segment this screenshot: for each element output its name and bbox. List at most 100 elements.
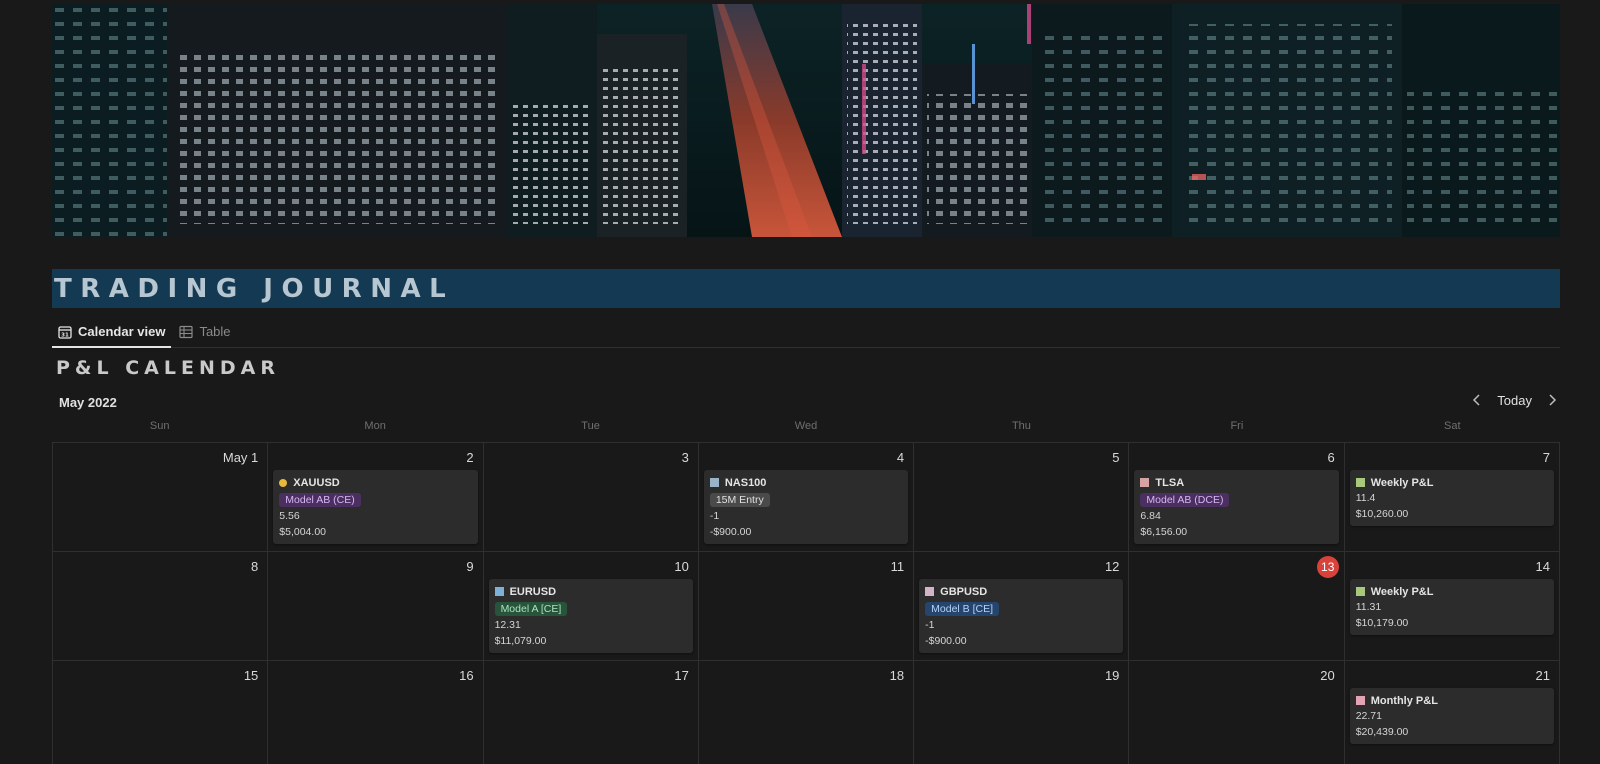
day-number: 19 [1104, 668, 1120, 683]
day-number: 3 [681, 450, 689, 465]
today-marker: 13 [1316, 556, 1339, 578]
entry-card[interactable]: NAS100 15M Entry -1 -$900.00 [703, 470, 909, 544]
day-cell[interactable]: 20 [1129, 661, 1345, 764]
entry-pnl: -$900.00 [925, 635, 967, 647]
day-number: 8 [251, 559, 259, 574]
weekday-label: Wed [794, 420, 818, 432]
tab-calendar-view[interactable]: 31 Calendar view [52, 316, 172, 348]
day-number: 16 [459, 668, 474, 683]
day-number: 21 [1535, 668, 1550, 683]
day-cell[interactable]: 7 Weekly P&L 11.4 $10,260.00 [1344, 443, 1560, 552]
calendar-title: P&L CALENDAR [56, 357, 280, 379]
day-cell[interactable]: 6 TLSA Model AB (DCE) 6.84 $6,156.00 [1129, 443, 1345, 552]
day-number: 18 [889, 668, 905, 683]
entry-card[interactable]: Monthly P&L 22.71 $20,439.00 [1349, 688, 1554, 744]
entry-pnl: -$900.00 [709, 526, 752, 538]
entry-tag: Model B [CE] [925, 602, 999, 616]
entry-pnl: $11,079.00 [494, 635, 547, 647]
entry-name: NAS100 [724, 476, 767, 489]
entry-pnl: $10,179.00 [1355, 617, 1409, 629]
flag-icon [925, 587, 935, 596]
day-number: 4 [896, 450, 905, 465]
day-cell[interactable]: 10 EURUSD Model A [CE] 12.31 $11,079.00 [483, 552, 699, 661]
day-number: May 1 [222, 450, 259, 465]
entry-value: 11.31 [1355, 601, 1382, 613]
day-cell[interactable]: 15 [53, 661, 269, 764]
day-number: 20 [1320, 668, 1335, 683]
day-cell[interactable]: 8 [53, 552, 269, 661]
entry-value: -1 [709, 510, 720, 522]
entry-tag: Model A [CE] [494, 602, 568, 616]
entry-card[interactable]: GBPUSD Model B [CE] -1 -$900.00 [919, 579, 1124, 653]
weekday-label: Sat [1444, 420, 1461, 432]
day-number: 10 [674, 559, 689, 574]
entry-card[interactable]: Weekly P&L 11.31 $10,179.00 [1349, 579, 1554, 635]
page-title-bar: TRADING JOURNAL [52, 269, 1560, 308]
day-cell[interactable]: 4 NAS100 15M Entry -1 -$900.00 [698, 443, 915, 552]
entry-value: 12.31 [494, 619, 521, 631]
entry-value: 11.4 [1355, 492, 1376, 504]
month-label: May 2022 [59, 395, 117, 410]
entry-card[interactable]: XAUUSD Model AB (CE) 5.56 $5,004.00 [273, 470, 478, 544]
weekday-label: Sun [149, 420, 170, 432]
entry-pnl: $20,439.00 [1355, 726, 1409, 738]
flag-icon [494, 587, 504, 596]
calendar-grid: May 1 2 XAUUSD Model AB (CE) 5.56 $5,004… [52, 442, 1560, 764]
calendar-nav: Today [1469, 392, 1560, 408]
entry-pnl: $6,156.00 [1140, 526, 1188, 538]
day-number: 2 [466, 450, 474, 465]
cover-image [52, 4, 1560, 237]
day-cell[interactable]: 12 GBPUSD Model B [CE] -1 -$900.00 [914, 552, 1130, 661]
entry-card[interactable]: EURUSD Model A [CE] 12.31 $11,079.00 [488, 579, 693, 653]
page-icon [1355, 478, 1365, 487]
entry-value: 5.56 [279, 510, 300, 522]
day-number: 12 [1104, 559, 1120, 574]
table-icon [179, 325, 194, 338]
tab-label: Calendar view [78, 324, 166, 339]
tab-table[interactable]: Table [173, 316, 236, 347]
entry-value: 22.71 [1355, 710, 1382, 722]
weekday-header: Sun Mon Tue Wed Thu Fri Sat [52, 420, 1560, 442]
entry-pnl: $10,260.00 [1355, 508, 1409, 520]
day-cell[interactable]: 16 [268, 661, 484, 764]
entry-name: Weekly P&L [1370, 585, 1434, 598]
day-cell[interactable]: 17 [484, 661, 699, 764]
day-number: 15 [243, 668, 259, 683]
weekday-label: Mon [364, 420, 386, 432]
weekday-label: Thu [1011, 420, 1031, 432]
page-icon [1355, 587, 1365, 596]
entry-card[interactable]: TLSA Model AB (DCE) 6.84 $6,156.00 [1134, 470, 1339, 544]
day-cell[interactable]: 18 [699, 661, 915, 764]
entry-name: GBPUSD [940, 585, 988, 598]
day-number: 14 [1535, 559, 1550, 574]
today-button[interactable]: Today [1497, 393, 1532, 408]
weekday-label: Tue [581, 420, 600, 432]
chart-icon [1140, 478, 1150, 487]
page-title: TRADING JOURNAL [54, 273, 455, 304]
day-cell[interactable]: 3 [483, 443, 699, 552]
entry-card[interactable]: Weekly P&L 11.4 $10,260.00 [1349, 470, 1554, 526]
svg-text:31: 31 [61, 332, 69, 338]
day-cell[interactable]: 9 [268, 552, 484, 661]
chevron-left-icon[interactable] [1469, 392, 1485, 408]
day-cell[interactable]: 11 [698, 552, 915, 661]
entry-name: EURUSD [509, 585, 557, 598]
entry-dot-icon [279, 478, 288, 487]
entry-tag: Model AB (CE) [279, 493, 361, 507]
day-cell[interactable]: May 1 [53, 443, 269, 552]
entry-tag: Model AB (DCE) [1140, 493, 1230, 507]
entry-tag: 15M Entry [709, 493, 770, 507]
day-cell[interactable]: 14 Weekly P&L 11.31 $10,179.00 [1344, 552, 1560, 661]
day-cell[interactable]: 21 Monthly P&L 22.71 $20,439.00 [1345, 661, 1560, 764]
day-cell[interactable]: 2 XAUUSD Model AB (CE) 5.56 $5,004.00 [268, 443, 484, 552]
tab-label: Table [199, 324, 231, 339]
entry-name: Monthly P&L [1370, 694, 1438, 707]
entry-value: 6.84 [1140, 510, 1161, 522]
day-cell[interactable]: 5 [914, 443, 1130, 552]
entry-name: TLSA [1155, 476, 1185, 489]
page-icon [1355, 696, 1365, 705]
day-cell[interactable]: 19 [914, 661, 1130, 764]
chevron-right-icon[interactable] [1544, 392, 1560, 408]
entry-name: XAUUSD [293, 476, 340, 489]
day-cell[interactable]: 13 [1129, 552, 1345, 661]
